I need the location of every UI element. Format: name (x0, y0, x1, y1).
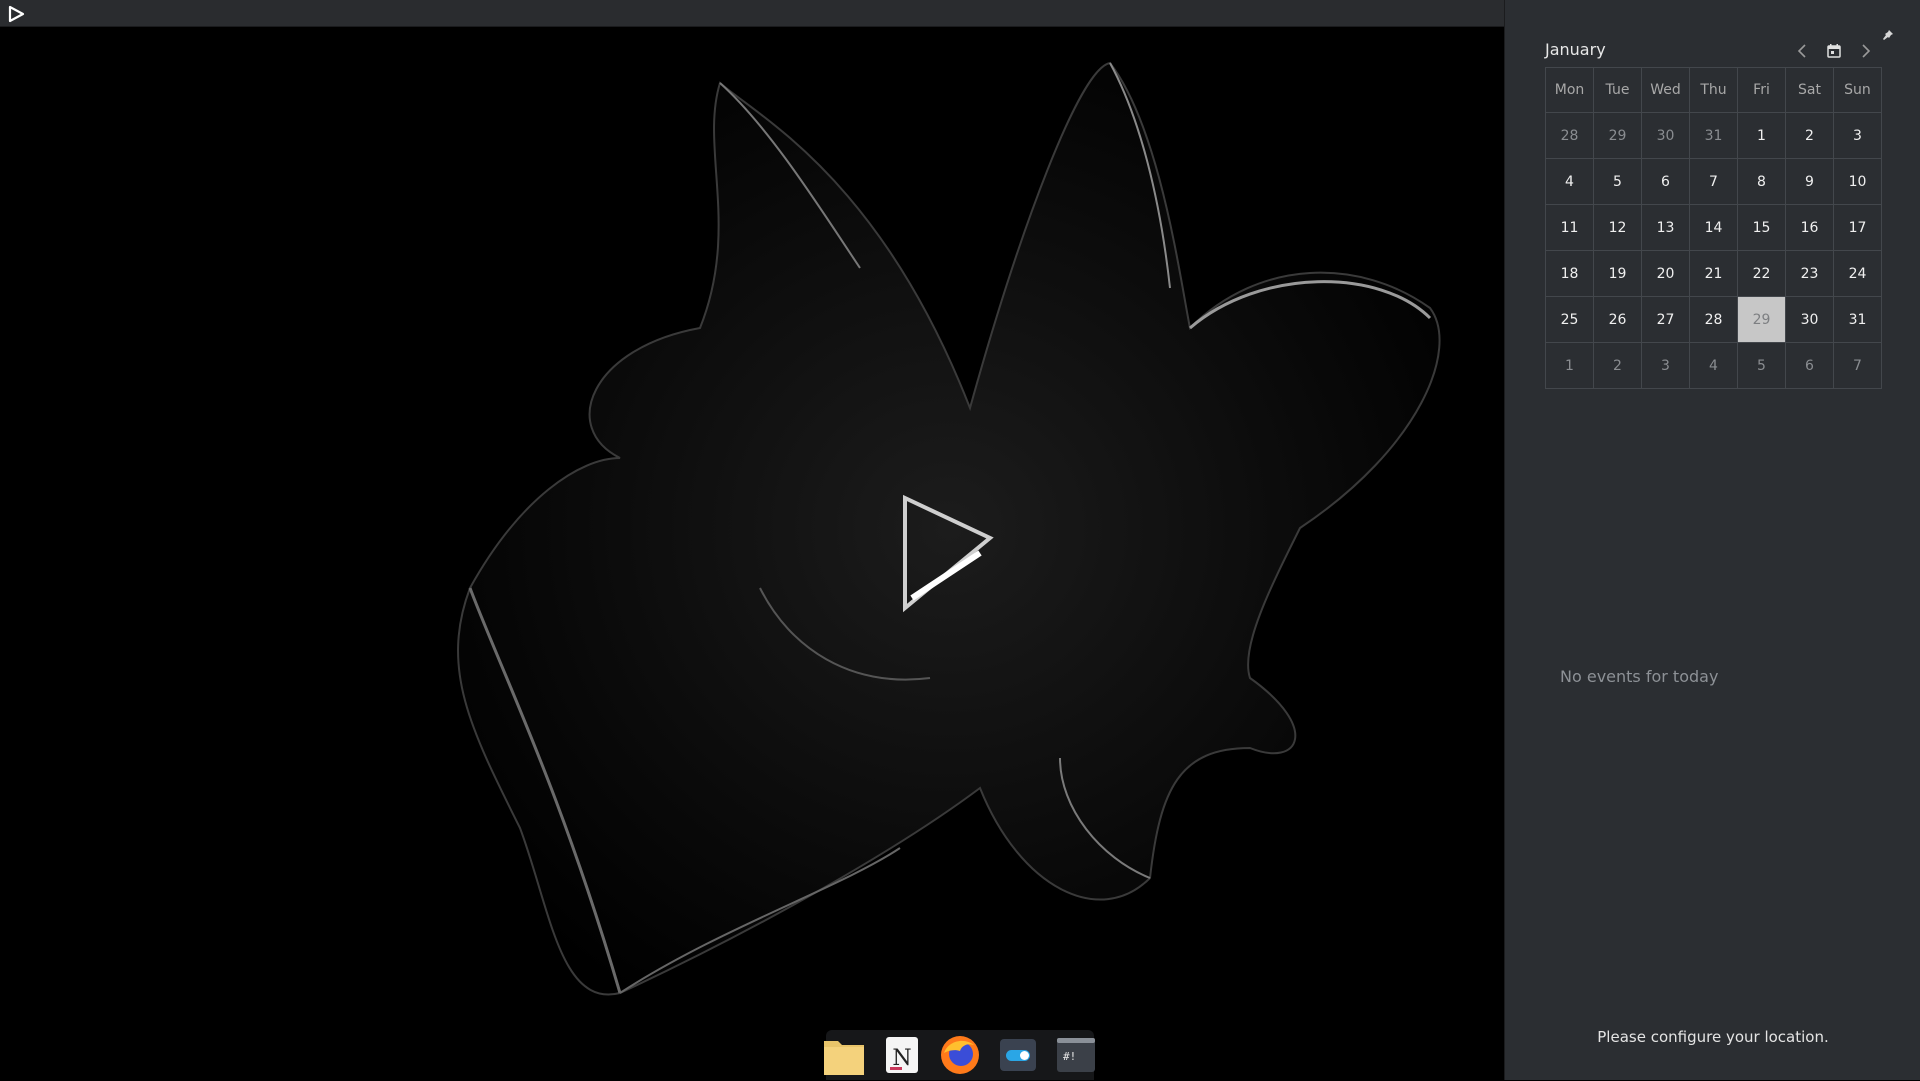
pin-icon[interactable] (1882, 26, 1894, 40)
calendar-day[interactable]: 3 (1641, 342, 1690, 389)
weekday-thu: Thu (1689, 67, 1738, 113)
no-events-message: No events for today (1560, 667, 1719, 686)
calendar-day[interactable]: 5 (1737, 342, 1786, 389)
calendar-day[interactable]: 30 (1785, 296, 1834, 343)
calendar-day[interactable]: 18 (1545, 250, 1594, 297)
weekday-header-row: Mon Tue Wed Thu Fri Sat Sun (1545, 67, 1882, 113)
calendar-day[interactable]: 12 (1593, 204, 1642, 251)
folder-icon[interactable] (822, 1033, 866, 1077)
weekday-mon: Mon (1545, 67, 1594, 113)
calendar-day[interactable]: 31 (1689, 112, 1738, 159)
firefox-icon[interactable] (938, 1033, 982, 1077)
calendar-day[interactable]: 19 (1593, 250, 1642, 297)
notes-app-icon[interactable]: N (880, 1033, 924, 1077)
calendar-day[interactable]: 11 (1545, 204, 1594, 251)
play-triangle-icon[interactable] (6, 4, 26, 24)
calendar-day[interactable]: 28 (1689, 296, 1738, 343)
weekday-tue: Tue (1593, 67, 1642, 113)
calendar-week: 11 12 13 14 15 16 17 (1545, 204, 1882, 251)
calendar-day[interactable]: 2 (1593, 342, 1642, 389)
calendar-day[interactable]: 15 (1737, 204, 1786, 251)
weekday-sun: Sun (1833, 67, 1882, 113)
calendar-day[interactable]: 28 (1545, 112, 1594, 159)
chevron-left-icon[interactable] (1791, 40, 1813, 62)
calendar-day[interactable]: 16 (1785, 204, 1834, 251)
terminal-icon[interactable]: #! (1054, 1033, 1098, 1077)
calendar-day[interactable]: 3 (1833, 112, 1882, 159)
calendar-day[interactable]: 26 (1593, 296, 1642, 343)
desktop-wallpaper (0, 28, 1504, 1080)
calendar-week: 1 2 3 4 5 6 7 (1545, 342, 1882, 389)
calendar-day[interactable]: 20 (1641, 250, 1690, 297)
weekday-sat: Sat (1785, 67, 1834, 113)
calendar-day[interactable]: 25 (1545, 296, 1594, 343)
calendar-day[interactable]: 24 (1833, 250, 1882, 297)
calendar-day[interactable]: 7 (1833, 342, 1882, 389)
calendar-day[interactable]: 6 (1641, 158, 1690, 205)
calendar-panel: January Mon Tue Wed Thu Fri Sat Sun 28 2… (1504, 0, 1920, 1080)
svg-text:#!: #! (1063, 1050, 1076, 1063)
calendar-day[interactable]: 4 (1545, 158, 1594, 205)
calendar-week: 28 29 30 31 1 2 3 (1545, 112, 1882, 159)
calendar-day[interactable]: 30 (1641, 112, 1690, 159)
dock: N #! (824, 1030, 1095, 1080)
calendar-day[interactable]: 27 (1641, 296, 1690, 343)
calendar-day-today[interactable]: 29 (1737, 296, 1786, 343)
calendar-day[interactable]: 8 (1737, 158, 1786, 205)
calendar-week: 18 19 20 21 22 23 24 (1545, 250, 1882, 297)
calendar-day[interactable]: 13 (1641, 204, 1690, 251)
calendar-day[interactable]: 10 (1833, 158, 1882, 205)
calendar-day[interactable]: 1 (1545, 342, 1594, 389)
calendar-day[interactable]: 31 (1833, 296, 1882, 343)
weekday-wed: Wed (1641, 67, 1690, 113)
toggle-icon[interactable] (996, 1033, 1040, 1077)
calendar-day[interactable]: 17 (1833, 204, 1882, 251)
top-bar (0, 0, 1504, 27)
calendar-day[interactable]: 7 (1689, 158, 1738, 205)
chevron-right-icon[interactable] (1855, 40, 1877, 62)
calendar-week: 25 26 27 28 29 30 31 (1545, 296, 1882, 343)
calendar-day[interactable]: 22 (1737, 250, 1786, 297)
calendar-day[interactable]: 14 (1689, 204, 1738, 251)
calendar-day[interactable]: 9 (1785, 158, 1834, 205)
month-title: January (1545, 40, 1606, 59)
weekday-fri: Fri (1737, 67, 1786, 113)
calendar-icon[interactable] (1823, 40, 1845, 62)
calendar-day[interactable]: 29 (1593, 112, 1642, 159)
calendar-day[interactable]: 21 (1689, 250, 1738, 297)
calendar-day[interactable]: 5 (1593, 158, 1642, 205)
calendar-grid: Mon Tue Wed Thu Fri Sat Sun 28 29 30 31 … (1545, 67, 1882, 389)
calendar-day[interactable]: 4 (1689, 342, 1738, 389)
calendar-day[interactable]: 1 (1737, 112, 1786, 159)
calendar-day[interactable]: 23 (1785, 250, 1834, 297)
calendar-week: 4 5 6 7 8 9 10 (1545, 158, 1882, 205)
calendar-day[interactable]: 6 (1785, 342, 1834, 389)
weather-location-message[interactable]: Please configure your location. (1505, 1028, 1920, 1046)
calendar-day[interactable]: 2 (1785, 112, 1834, 159)
